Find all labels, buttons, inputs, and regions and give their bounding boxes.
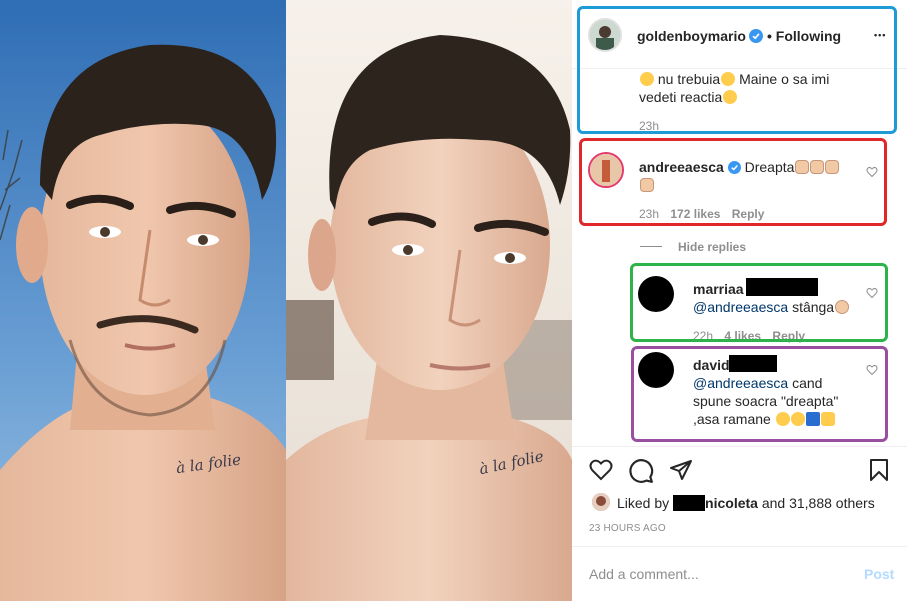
highlight-frame-green [630,263,888,342]
liked-by-line: Liked by nicoleta and 31,888 others [617,495,875,511]
post-timestamp[interactable]: 23 HOURS AGO [589,523,666,534]
post-comment-button[interactable]: Post [864,566,894,582]
highlight-frame-red [579,138,887,226]
actions-divider [572,446,907,447]
redaction-bar [673,495,706,511]
share-paper-plane-icon[interactable] [668,458,694,482]
replies-line [640,246,662,247]
hide-replies-button[interactable]: Hide replies [678,240,746,254]
liker-username[interactable]: nicoleta [705,495,758,511]
liked-by-others[interactable]: and 31,888 others [762,495,875,511]
post-image: à la folie à la folie [0,0,572,601]
comment-bubble-icon[interactable] [628,458,654,484]
post-photo[interactable]: à la folie à la folie [0,0,572,601]
like-heart-icon[interactable] [588,458,614,482]
highlight-frame-blue [577,6,897,134]
save-bookmark-icon[interactable] [868,458,890,482]
comment-divider [572,546,907,547]
liker-avatar[interactable] [592,493,610,511]
add-comment-input[interactable]: Add a comment... [589,566,699,582]
highlight-frame-purple [631,346,888,442]
